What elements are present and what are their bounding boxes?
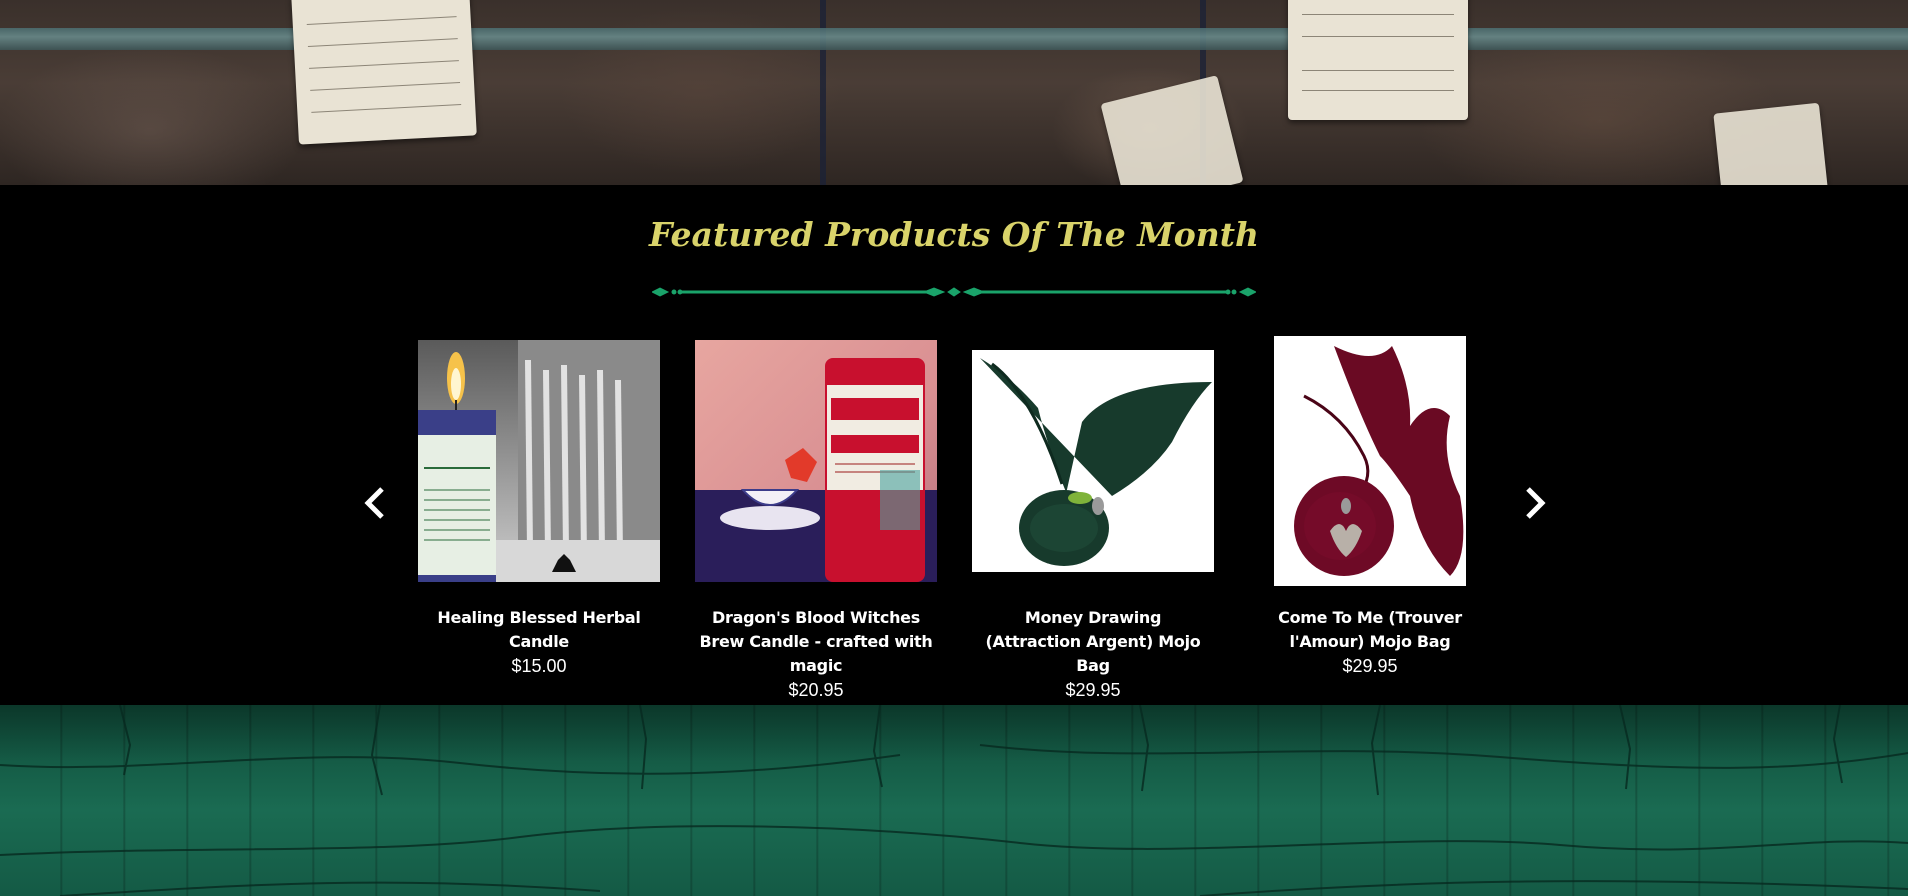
hero-background-image xyxy=(0,0,1908,185)
carousel-prev-button[interactable] xyxy=(360,483,390,523)
carousel-next-button[interactable] xyxy=(1520,483,1550,523)
product-image[interactable] xyxy=(1274,336,1466,586)
product-price: $15.00 xyxy=(511,656,567,676)
product-image[interactable] xyxy=(972,350,1214,572)
product-price: $29.95 xyxy=(1342,656,1398,676)
product-image[interactable] xyxy=(418,340,660,582)
hero-pipe xyxy=(0,28,1908,50)
hero-paper-tag xyxy=(1100,75,1244,185)
hero-paper-tag xyxy=(291,0,477,145)
ornamental-divider xyxy=(652,287,1256,297)
product-card[interactable]: Money Drawing (Attraction Argent) Mojo B… xyxy=(970,330,1216,702)
product-card[interactable]: Dragon's Blood Witches Brew Candle - cra… xyxy=(693,330,939,702)
section-title: Featured Products Of The Month xyxy=(648,215,1260,254)
hero-paper-tag xyxy=(1288,0,1468,120)
product-name[interactable]: Healing Blessed Herbal Candle xyxy=(416,606,662,654)
featured-products-section: Featured Products Of The Month Healing B… xyxy=(0,185,1908,705)
wood-crack-texture xyxy=(0,705,1908,896)
product-card[interactable]: Healing Blessed Herbal Candle $15.00 xyxy=(416,330,662,678)
product-name[interactable]: Money Drawing (Attraction Argent) Mojo B… xyxy=(970,606,1216,678)
product-image[interactable] xyxy=(695,340,937,582)
hero-paper-tag xyxy=(1713,102,1829,185)
product-price: $29.95 xyxy=(1065,680,1121,700)
footer-background-texture xyxy=(0,705,1908,896)
product-price: $20.95 xyxy=(788,680,844,700)
product-name[interactable]: Come To Me (Trouver l'Amour) Mojo Bag xyxy=(1247,606,1493,654)
chevron-right-icon xyxy=(1526,487,1546,519)
chevron-left-icon xyxy=(364,487,384,519)
product-name[interactable]: Dragon's Blood Witches Brew Candle - cra… xyxy=(693,606,939,678)
product-card[interactable]: Come To Me (Trouver l'Amour) Mojo Bag $2… xyxy=(1247,330,1493,678)
